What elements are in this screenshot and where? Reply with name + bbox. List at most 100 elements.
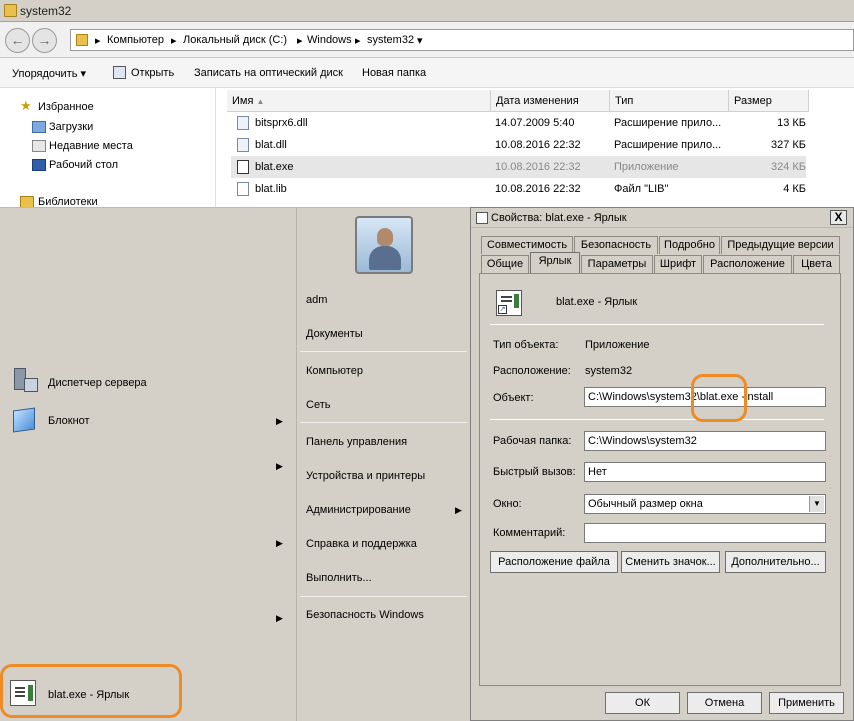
dialog-titlebar: Свойства: blat.exe - Ярлык X — [471, 208, 853, 228]
comment-input[interactable] — [584, 523, 826, 543]
window-select[interactable]: Обычный размер окна ▼ — [584, 494, 826, 514]
chevron-down-icon[interactable]: ▾ — [417, 34, 423, 47]
file-row[interactable]: bitsprx6.dll 14.07.2009 5:40 Расширение … — [231, 112, 806, 134]
breadcrumb-separator[interactable]: ▸ — [95, 34, 101, 47]
separator — [490, 419, 824, 420]
nav-favorites[interactable]: Избранное — [38, 101, 94, 113]
label-workdir: Рабочая папка: — [493, 435, 572, 447]
file-row-selected[interactable]: blat.exe 10.08.2016 22:32 Приложение 324… — [231, 156, 806, 178]
tab-layout[interactable]: Расположение — [703, 255, 792, 273]
menu-windows-security[interactable]: Безопасность Windows — [306, 609, 424, 621]
server-manager-icon — [10, 366, 38, 394]
breadcrumb-separator[interactable]: ▸ — [297, 34, 303, 47]
value-object-type: Приложение — [585, 339, 650, 351]
tab-shortcut[interactable]: Ярлык — [530, 252, 580, 273]
menu-help[interactable]: Справка и поддержка — [306, 538, 417, 550]
start-menu-programs: Диспетчер сервера Блокнот ▶ ▶ ▶ ▶ blat.e… — [0, 208, 296, 721]
menu-administration[interactable]: Администрирование — [306, 504, 411, 516]
breadcrumb-windows[interactable]: Windows — [307, 34, 352, 46]
tab-general[interactable]: Общие — [481, 255, 529, 273]
organize-label: Упорядочить — [12, 68, 78, 80]
submenu-arrow-icon[interactable]: ▶ — [276, 613, 283, 624]
lib-file-icon — [237, 182, 249, 196]
column-size[interactable]: Размер — [729, 90, 809, 112]
submenu-arrow-icon[interactable]: ▶ — [455, 505, 462, 516]
back-button[interactable]: ← — [5, 28, 30, 53]
change-icon-button[interactable]: Сменить значок... — [621, 551, 720, 573]
column-type[interactable]: Тип — [610, 90, 729, 112]
file-row[interactable]: blat.dll 10.08.2016 22:32 Расширение при… — [231, 134, 806, 156]
open-button[interactable]: Открыть — [131, 67, 174, 79]
menu-network[interactable]: Сеть — [306, 399, 330, 411]
submenu-arrow-icon[interactable]: ▶ — [276, 416, 283, 427]
notepad-icon — [10, 406, 38, 434]
file-location-button[interactable]: Расположение файла — [490, 551, 618, 573]
menu-documents[interactable]: Документы — [306, 328, 363, 340]
label-target: Объект: — [493, 392, 534, 404]
menu-notepad[interactable]: Блокнот — [48, 415, 90, 427]
shortcut-arrow-icon: ↗ — [498, 305, 507, 314]
submenu-arrow-icon[interactable]: ▶ — [276, 538, 283, 549]
tab-options[interactable]: Параметры — [581, 255, 653, 273]
advanced-button[interactable]: Дополнительно... — [725, 551, 826, 573]
label-hotkey: Быстрый вызов: — [493, 466, 576, 478]
breadcrumb-separator[interactable]: ▸ — [171, 34, 177, 47]
dll-file-icon — [237, 138, 249, 152]
dialog-title: Свойства: blat.exe - Ярлык — [491, 212, 627, 224]
breadcrumb-computer[interactable]: Компьютер — [107, 34, 164, 46]
start-menu-places: adm Документы Компьютер Сеть Панель упра… — [296, 208, 475, 721]
hotkey-input[interactable]: Нет — [584, 462, 826, 482]
menu-server-manager[interactable]: Диспетчер сервера — [48, 377, 147, 389]
separator — [490, 324, 824, 325]
menu-separator — [300, 422, 467, 423]
shortcut-icon — [476, 212, 488, 224]
label-object-type: Тип объекта: — [493, 339, 559, 351]
tab-colors[interactable]: Цвета — [793, 255, 840, 273]
close-button[interactable]: X — [830, 210, 847, 225]
breadcrumb-system32[interactable]: system32 — [367, 34, 414, 46]
tab-security[interactable]: Безопасность — [574, 236, 658, 254]
file-size: 327 КБ — [770, 139, 806, 151]
file-size: 324 КБ — [770, 161, 806, 173]
address-bar[interactable]: ▸ Компьютер ▸ Локальный диск (C:) ▸ Wind… — [70, 29, 854, 51]
menu-control-panel[interactable]: Панель управления — [306, 436, 407, 448]
forward-button[interactable]: → — [32, 28, 57, 53]
breadcrumb-separator[interactable]: ▸ — [355, 34, 361, 47]
menu-user[interactable]: adm — [306, 294, 327, 306]
apply-button[interactable]: Применить — [769, 692, 844, 714]
navigation-bar: ← → ▸ Компьютер ▸ Локальный диск (C:) ▸ … — [0, 22, 854, 58]
menu-computer[interactable]: Компьютер — [306, 365, 363, 377]
column-date[interactable]: Дата изменения — [491, 90, 610, 112]
column-name[interactable]: Имя ▲ — [227, 90, 491, 112]
file-date: 14.07.2009 5:40 — [495, 117, 575, 129]
file-row[interactable]: blat.lib 10.08.2016 22:32 Файл "LIB" 4 К… — [231, 178, 806, 200]
breadcrumb-local-disk[interactable]: Локальный диск (C:) — [183, 34, 287, 46]
burn-button[interactable]: Записать на оптический диск — [194, 67, 343, 79]
exe-file-icon — [237, 160, 249, 174]
chevron-down-icon[interactable]: ▼ — [809, 496, 824, 512]
nav-downloads[interactable]: Загрузки — [49, 121, 93, 133]
tab-font[interactable]: Шрифт — [654, 255, 702, 273]
cancel-button[interactable]: Отмена — [687, 692, 762, 714]
new-folder-button[interactable]: Новая папка — [362, 67, 426, 79]
user-avatar[interactable] — [355, 216, 413, 274]
organize-button[interactable]: Упорядочить ▾ — [12, 67, 86, 80]
open-icon — [113, 66, 126, 79]
label-window: Окно: — [493, 498, 522, 510]
file-type: Расширение прило... — [614, 117, 722, 129]
file-size: 4 КБ — [783, 183, 806, 195]
menu-run[interactable]: Выполнить... — [306, 572, 372, 584]
nav-recent[interactable]: Недавние места — [49, 140, 133, 152]
nav-desktop[interactable]: Рабочий стол — [49, 159, 118, 171]
file-list: Имя ▲ Дата изменения Тип Размер bitsprx6… — [217, 88, 854, 208]
command-bar: Упорядочить ▾ Открыть Записать на оптиче… — [0, 58, 854, 88]
file-name: blat.exe — [255, 161, 294, 173]
tab-details[interactable]: Подробно — [659, 236, 720, 254]
ok-button[interactable]: ОК — [605, 692, 680, 714]
file-name: blat.dll — [255, 139, 287, 151]
file-size: 13 КБ — [777, 117, 806, 129]
menu-devices[interactable]: Устройства и принтеры — [306, 470, 425, 482]
submenu-arrow-icon[interactable]: ▶ — [276, 461, 283, 472]
workdir-input[interactable]: C:\Windows\system32 — [584, 431, 826, 451]
tab-previous-versions[interactable]: Предыдущие версии — [721, 236, 840, 254]
